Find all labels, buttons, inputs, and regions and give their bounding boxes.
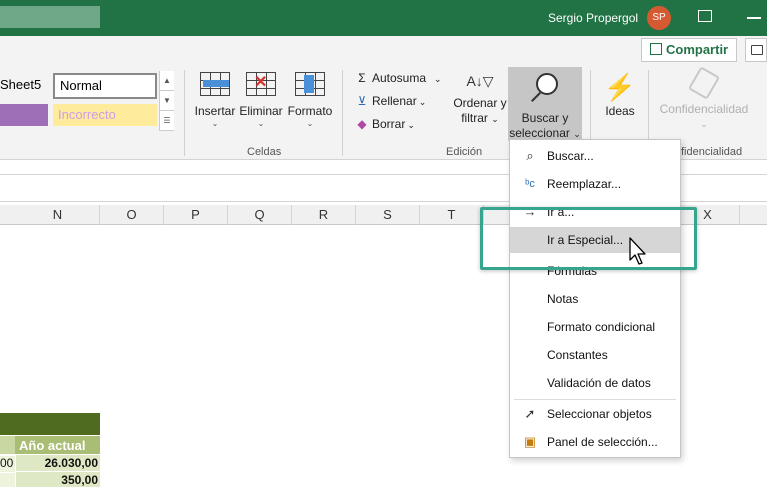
chevron-down-icon[interactable]: ▼ [160, 91, 174, 111]
autosum-button[interactable]: Σ Autosuma ⌄ [355, 71, 442, 85]
sort-filter-button[interactable]: A↓▽ Ordenar y filtrar ⌄ [452, 72, 508, 127]
ideas-button[interactable]: ⚡ Ideas [598, 70, 642, 118]
divider [184, 70, 185, 156]
minimize-icon[interactable] [747, 17, 761, 19]
column-header-o[interactable]: O [100, 205, 164, 225]
table-title-bar [0, 413, 100, 435]
column-header-s[interactable]: S [356, 205, 420, 225]
more-icon[interactable]: ☰ [160, 111, 174, 131]
chevron-down-icon: ⌄ [211, 119, 219, 128]
column-header-t[interactable]: T [420, 205, 484, 225]
excel-window: { "titlebar": { "user_name": "Sergio Pro… [0, 0, 767, 487]
table-cell[interactable]: 00 [0, 456, 15, 472]
fill-down-icon: ⊻ [357, 94, 367, 108]
chevron-down-icon: ⌄ [418, 97, 427, 107]
avatar[interactable]: SP [647, 6, 671, 30]
title-bar: Sergio Propergol SP [0, 0, 767, 36]
title-search-box[interactable] [0, 6, 100, 28]
selection-pane-icon: ▣ [523, 434, 537, 449]
chevron-up-icon[interactable]: ▲ [160, 71, 174, 91]
share-label: Compartir [666, 42, 729, 57]
table-cell[interactable]: 350,00 [16, 472, 100, 487]
delete-button[interactable]: ✕ Eliminar ⌄ [238, 72, 284, 129]
insert-button[interactable]: Insertar ⌄ [192, 72, 238, 129]
style-swatch-purple[interactable] [0, 104, 48, 126]
menu-item-panel-seleccion[interactable]: ▣ Panel de selección... [510, 429, 680, 455]
chevron-down-icon: ⌄ [434, 74, 442, 84]
menu-item-formato-condicional[interactable]: Formato condicional [510, 314, 680, 340]
comments-button[interactable] [745, 38, 767, 62]
lightning-icon: ⚡ [603, 72, 637, 102]
menu-item-reemplazar[interactable]: ᵇc Reemplazar... [510, 171, 680, 197]
table-row[interactable]: 00 26.030,00 [0, 455, 100, 472]
table-cell[interactable]: 26.030,00 [16, 455, 100, 471]
share-icon [650, 43, 662, 55]
delete-cells-icon: ✕ [246, 72, 276, 96]
insert-label: Insertar [194, 104, 236, 118]
mouse-cursor-icon [629, 237, 646, 265]
sort-label-line2: filtrar ⌄ [461, 111, 499, 125]
style-normal[interactable]: Normal [53, 73, 157, 99]
share-button[interactable]: Compartir [641, 38, 737, 62]
ribbon-display-options-icon[interactable] [698, 10, 712, 22]
menu-divider [514, 399, 676, 400]
chevron-down-icon: ⌄ [257, 119, 265, 128]
user-name[interactable]: Sergio Propergol [548, 11, 638, 25]
styles-gallery-scroll[interactable]: ▲ ▼ ☰ [159, 71, 174, 131]
search-icon: ⌕ [526, 148, 534, 163]
sigma-icon: Σ [358, 71, 366, 85]
header-ano-actual: Año actual [19, 438, 86, 453]
delete-label: Eliminar [239, 104, 283, 118]
replace-icon: ᵇc [525, 178, 535, 190]
menu-item-buscar[interactable]: ⌕ Buscar... [510, 143, 680, 169]
ideas-label: Ideas [605, 104, 635, 118]
cells-group-label: Celdas [247, 146, 282, 158]
confidentiality-button: Confidencialidad ⌄ [656, 66, 752, 132]
chevron-down-icon: ⌄ [700, 119, 708, 129]
format-label: Formato [287, 104, 333, 118]
insert-cells-icon [200, 72, 230, 96]
table-column-header[interactable]: Año actual [0, 436, 100, 454]
menu-item-validacion[interactable]: Validación de datos [510, 370, 680, 396]
chevron-down-icon: ⌄ [407, 120, 415, 130]
clear-label: Borrar [372, 117, 406, 131]
style-sheet5[interactable]: Sheet5 [0, 77, 41, 92]
column-header-n[interactable]: N [0, 205, 100, 225]
format-cells-icon [295, 72, 325, 96]
fill-button[interactable]: ⊻ Rellenar ⌄ [355, 94, 427, 108]
sensitivity-icon [687, 66, 721, 100]
menu-item-notas[interactable]: Notas [510, 286, 680, 312]
column-header-q[interactable]: Q [228, 205, 292, 225]
fill-label: Rellenar [372, 94, 417, 108]
autosum-label: Autosuma [372, 71, 427, 85]
find-label-line1: Buscar y [521, 111, 569, 125]
chevron-down-icon: ⌄ [306, 119, 314, 128]
find-select-button[interactable]: Buscar y seleccionar ⌄ [508, 67, 582, 141]
sort-label-line1: Ordenar y [453, 96, 507, 110]
table-cell[interactable] [0, 473, 15, 487]
menu-item-seleccionar-objetos[interactable]: ➚ Seleccionar objetos [510, 401, 680, 427]
editing-group-label: Edición [446, 146, 483, 158]
confidentiality-group-label: fidencialidad [681, 146, 743, 158]
eraser-icon: ◆ [357, 117, 367, 131]
sort-filter-icon: A↓▽ [466, 73, 494, 89]
column-header-r[interactable]: R [292, 205, 356, 225]
magnifier-icon [528, 71, 562, 105]
find-select-menu: ⌕ Buscar... ᵇc Reemplazar... → Ir a... Ir a… [509, 139, 681, 458]
table-row[interactable]: 350,00 [0, 472, 100, 487]
menu-item-constantes[interactable]: Constantes [510, 342, 680, 368]
clear-button[interactable]: ◆ Borrar ⌄ [355, 117, 415, 131]
highlight-annotation [480, 207, 697, 270]
divider [342, 70, 343, 156]
style-incorrecto[interactable]: Incorrecto [53, 104, 157, 126]
confidentiality-label: Confidencialidad [659, 102, 749, 116]
column-header-p[interactable]: P [164, 205, 228, 225]
pointer-icon: ➚ [524, 406, 536, 421]
format-button[interactable]: Formato ⌄ [286, 72, 334, 129]
